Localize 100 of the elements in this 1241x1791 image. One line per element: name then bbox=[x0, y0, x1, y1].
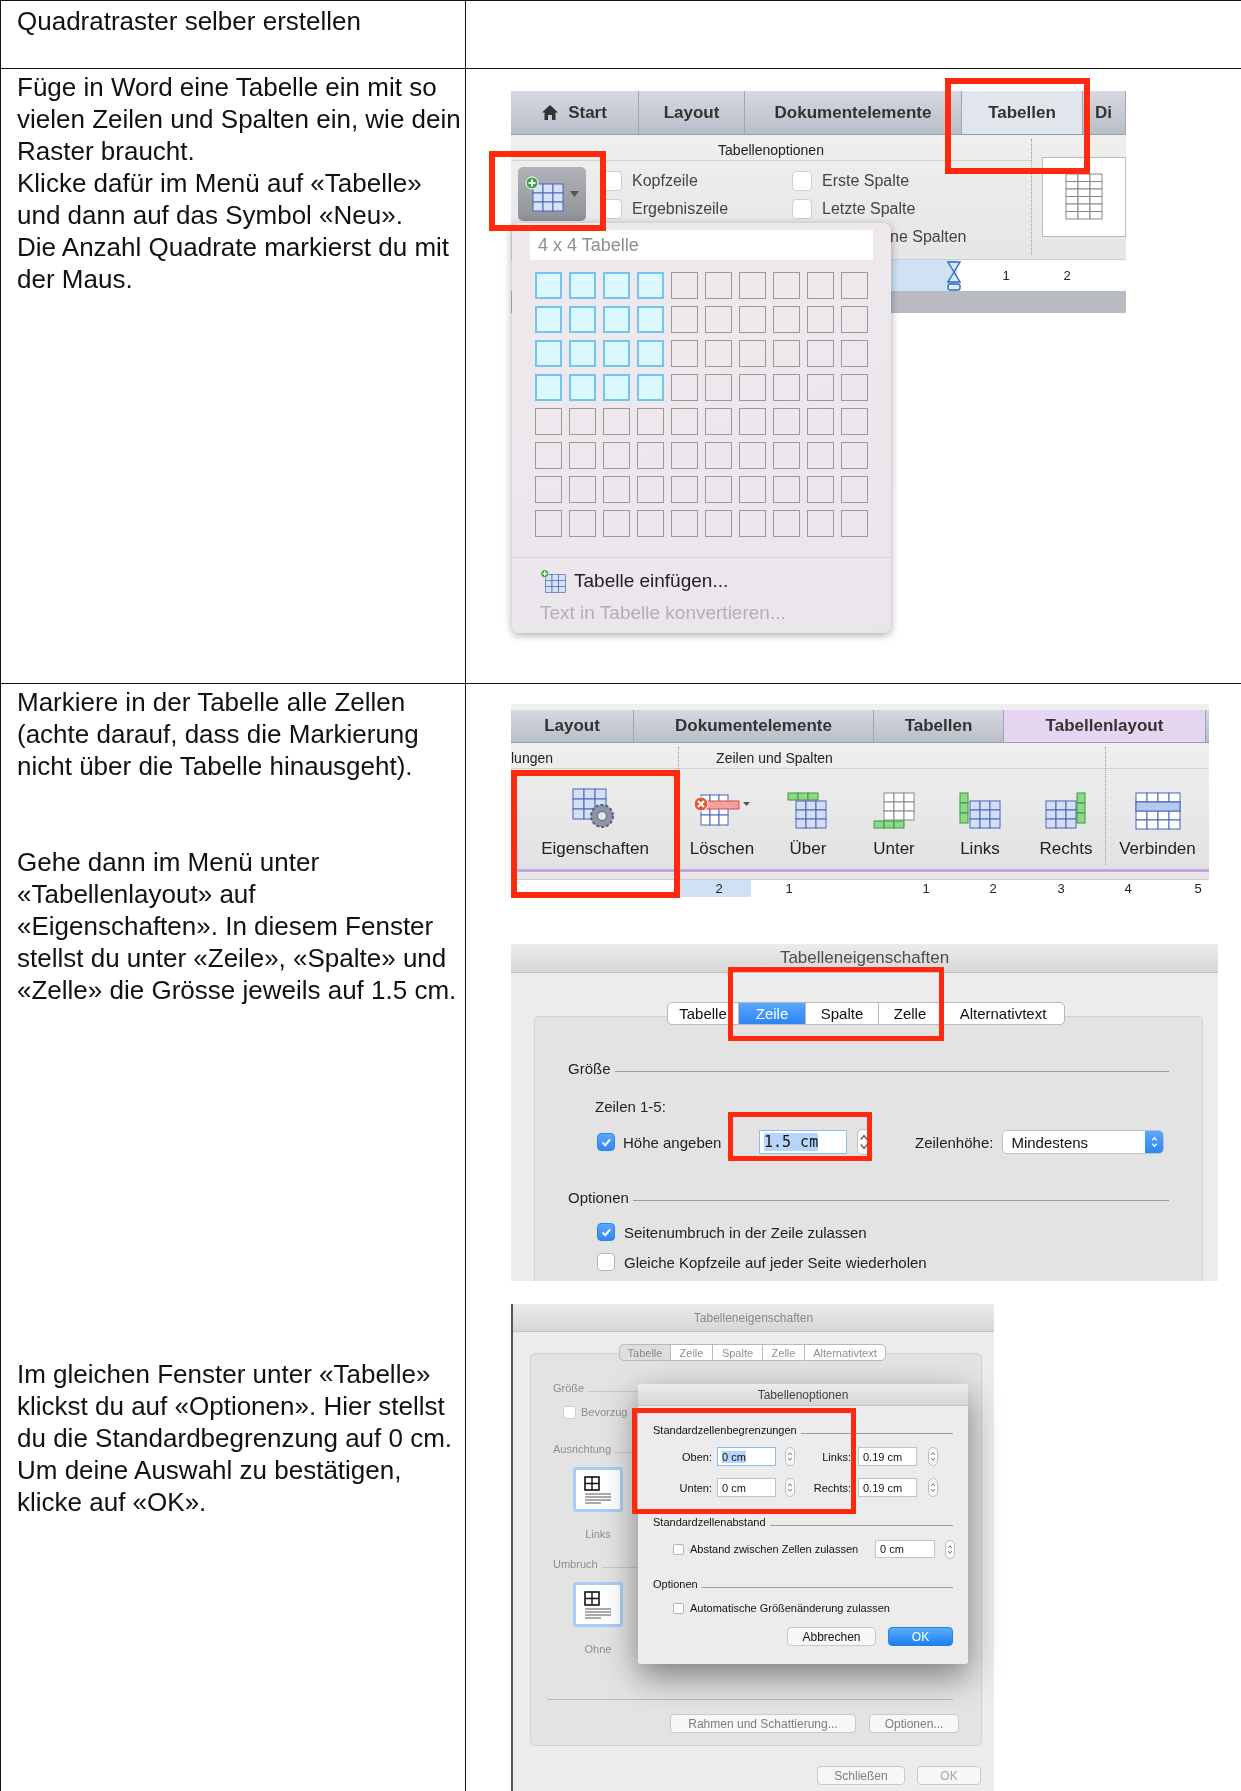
dialog-button[interactable]: Rahmen und Schattierung... bbox=[670, 1714, 856, 1733]
grid-square[interactable] bbox=[569, 408, 596, 435]
stepper[interactable] bbox=[785, 1447, 795, 1466]
height-field[interactable]: 1.5 cm bbox=[759, 1130, 847, 1154]
margin-field[interactable]: 0.19 cm bbox=[858, 1447, 917, 1466]
grid-square[interactable] bbox=[773, 408, 800, 435]
grid-square[interactable] bbox=[807, 510, 834, 537]
grid-square[interactable] bbox=[739, 442, 766, 469]
dialog-button[interactable]: Optionen... bbox=[869, 1714, 959, 1733]
dialog-tab[interactable]: Alternativtext bbox=[941, 1002, 1065, 1025]
ribbon-tab[interactable]: Start bbox=[511, 91, 639, 134]
grid-square[interactable] bbox=[671, 442, 698, 469]
grid-square[interactable] bbox=[535, 442, 562, 469]
dialog-tab[interactable]: Zelle bbox=[878, 1002, 942, 1025]
grid-square[interactable] bbox=[807, 306, 834, 333]
grid-square[interactable] bbox=[535, 306, 562, 333]
grid-square[interactable] bbox=[535, 510, 562, 537]
grid-square[interactable] bbox=[807, 374, 834, 401]
grid-square[interactable] bbox=[603, 306, 630, 333]
grid-square[interactable] bbox=[773, 272, 800, 299]
grid-square[interactable] bbox=[773, 374, 800, 401]
grid-square[interactable] bbox=[739, 272, 766, 299]
menu-item[interactable]: Tabelle einfügen... bbox=[534, 566, 891, 596]
grid-square[interactable] bbox=[637, 408, 664, 435]
dialog-tab[interactable]: Spalte bbox=[805, 1002, 879, 1025]
margin-field[interactable]: 0 cm bbox=[717, 1478, 776, 1497]
ribbon-tab[interactable]: Layout bbox=[639, 91, 745, 134]
alignment-option[interactable] bbox=[573, 1467, 623, 1512]
grid-square[interactable] bbox=[739, 476, 766, 503]
checkbox[interactable] bbox=[792, 171, 812, 191]
grid-square[interactable] bbox=[705, 374, 732, 401]
ribbon-tab[interactable]: Layout bbox=[511, 710, 634, 742]
ribbon-button[interactable]: Eigenschaften bbox=[511, 775, 679, 859]
grid-square[interactable] bbox=[841, 340, 868, 367]
grid-square[interactable] bbox=[705, 442, 732, 469]
grid-square[interactable] bbox=[807, 408, 834, 435]
ribbon-button[interactable]: Über bbox=[765, 775, 851, 859]
ribbon-button[interactable]: Unter bbox=[851, 775, 937, 859]
grid-square[interactable] bbox=[841, 442, 868, 469]
grid-square[interactable] bbox=[637, 510, 664, 537]
grid-square[interactable] bbox=[535, 374, 562, 401]
grid-square[interactable] bbox=[841, 306, 868, 333]
stepper[interactable] bbox=[785, 1478, 795, 1497]
grid-square[interactable] bbox=[705, 510, 732, 537]
table-style-thumbnail[interactable] bbox=[1042, 157, 1126, 237]
wrap-option[interactable] bbox=[573, 1582, 623, 1627]
grid-square[interactable] bbox=[671, 408, 698, 435]
grid-square[interactable] bbox=[705, 340, 732, 367]
grid-square[interactable] bbox=[739, 374, 766, 401]
grid-square[interactable] bbox=[841, 374, 868, 401]
grid-square[interactable] bbox=[841, 476, 868, 503]
grid-square[interactable] bbox=[773, 510, 800, 537]
checkbox[interactable] bbox=[563, 1405, 576, 1419]
margin-field[interactable]: 0 cm bbox=[717, 1447, 776, 1466]
grid-square[interactable] bbox=[603, 340, 630, 367]
grid-square[interactable] bbox=[671, 476, 698, 503]
grid-square[interactable] bbox=[569, 510, 596, 537]
grid-square[interactable] bbox=[535, 272, 562, 299]
grid-square[interactable] bbox=[807, 476, 834, 503]
grid-square[interactable] bbox=[671, 340, 698, 367]
margin-field[interactable]: 0.19 cm bbox=[858, 1478, 917, 1497]
grid-square[interactable] bbox=[569, 374, 596, 401]
dialog-button[interactable]: Schließen bbox=[817, 1766, 905, 1785]
grid-square[interactable] bbox=[671, 510, 698, 537]
grid-square[interactable] bbox=[637, 306, 664, 333]
grid-square[interactable] bbox=[807, 340, 834, 367]
grid-square[interactable] bbox=[705, 408, 732, 435]
grid-square[interactable] bbox=[841, 408, 868, 435]
grid-square[interactable] bbox=[773, 306, 800, 333]
ribbon-button[interactable]: Löschen bbox=[679, 775, 765, 859]
grid-square[interactable] bbox=[773, 442, 800, 469]
ribbon-tab[interactable]: Tabellenlayout bbox=[1004, 710, 1206, 742]
checkbox[interactable] bbox=[673, 1543, 684, 1555]
spacing-field[interactable]: 0 cm bbox=[875, 1540, 935, 1558]
checkbox[interactable] bbox=[597, 1133, 615, 1151]
ribbon-tab[interactable]: Dokumentelemente bbox=[634, 710, 874, 742]
grid-square[interactable] bbox=[569, 340, 596, 367]
dialog-tab[interactable]: Tabelle bbox=[667, 1002, 739, 1025]
grid-square[interactable] bbox=[603, 272, 630, 299]
checkbox[interactable] bbox=[792, 199, 812, 219]
grid-square[interactable] bbox=[841, 272, 868, 299]
grid-square[interactable] bbox=[739, 510, 766, 537]
new-table-button[interactable] bbox=[518, 167, 586, 221]
stepper[interactable] bbox=[928, 1447, 938, 1466]
grid-square[interactable] bbox=[637, 340, 664, 367]
grid-square[interactable] bbox=[535, 476, 562, 503]
ribbon-tab[interactable]: Tabellen bbox=[962, 91, 1083, 134]
grid-square[interactable] bbox=[773, 340, 800, 367]
grid-square[interactable] bbox=[535, 340, 562, 367]
checkbox[interactable] bbox=[597, 1253, 615, 1271]
grid-square[interactable] bbox=[603, 374, 630, 401]
grid-square[interactable] bbox=[739, 306, 766, 333]
grid-square[interactable] bbox=[535, 408, 562, 435]
grid-square[interactable] bbox=[569, 476, 596, 503]
grid-square[interactable] bbox=[637, 374, 664, 401]
ribbon-button[interactable]: Verbinden bbox=[1106, 775, 1209, 859]
grid-square[interactable] bbox=[569, 306, 596, 333]
ribbon-button[interactable]: Rechts bbox=[1023, 775, 1109, 859]
grid-square[interactable] bbox=[637, 442, 664, 469]
stepper[interactable] bbox=[945, 1539, 955, 1559]
